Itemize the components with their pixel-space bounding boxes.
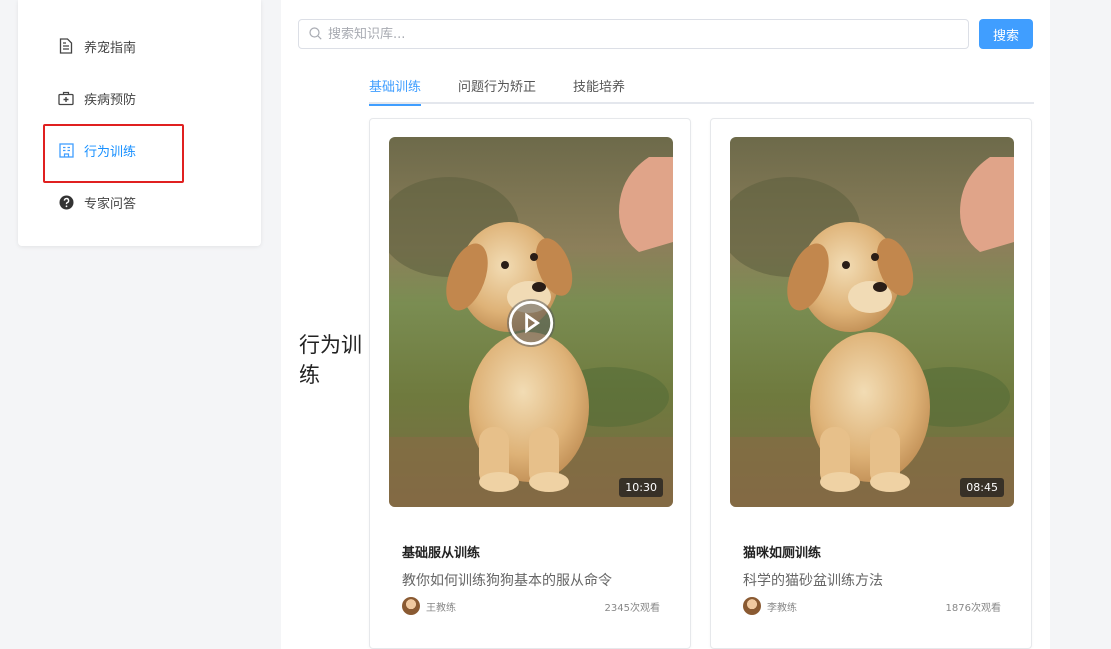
- video-meta: 王教练 2345次观看: [402, 597, 660, 615]
- question-circle-icon: [58, 194, 74, 210]
- tab-problem-behavior[interactable]: 问题行为矫正: [458, 76, 536, 104]
- tab-bar: 基础训练 问题行为矫正 技能培养: [369, 76, 1034, 106]
- sidebar: 养宠指南 疾病预防 行为训练 专家问答: [18, 0, 261, 246]
- section-title: 行为训练: [299, 333, 362, 387]
- sidebar-item-behavior-training[interactable]: 行为训练: [58, 138, 136, 162]
- author-name: 王教练: [426, 602, 456, 614]
- video-description: 科学的猫砂盆训练方法: [743, 573, 883, 589]
- sidebar-item-label: 疾病预防: [84, 92, 137, 108]
- play-button[interactable]: [507, 299, 555, 347]
- avatar: [402, 597, 420, 615]
- sidebar-item-pet-guide[interactable]: 养宠指南: [58, 34, 136, 58]
- view-count: 2345次观看: [604, 602, 660, 614]
- tab-skill-building[interactable]: 技能培养: [573, 76, 625, 104]
- video-thumbnail[interactable]: 08:45: [730, 137, 1014, 507]
- sidebar-item-label: 行为训练: [84, 144, 137, 160]
- avatar: [743, 597, 761, 615]
- main-content: 搜索 基础训练 问题行为矫正 技能培养 行为训练: [281, 0, 1050, 649]
- sidebar-item-expert-qa[interactable]: 专家问答: [58, 190, 136, 214]
- search-input[interactable]: [328, 26, 968, 42]
- building-icon: [58, 142, 74, 158]
- video-duration: 10:30: [619, 478, 663, 497]
- medical-kit-icon: [58, 90, 74, 106]
- video-title[interactable]: 猫咪如厕训练: [743, 542, 821, 561]
- video-card[interactable]: 08:45 猫咪如厕训练 科学的猫砂盆训练方法 李教练 1876次观看: [710, 118, 1032, 649]
- video-thumbnail[interactable]: 10:30: [389, 137, 673, 507]
- sidebar-item-disease-prevention[interactable]: 疾病预防: [58, 86, 136, 110]
- author-name: 李教练: [767, 602, 797, 614]
- search-icon: [309, 25, 322, 44]
- view-count: 1876次观看: [945, 602, 1001, 614]
- video-description: 教你如何训练狗狗基本的服从命令: [402, 573, 612, 589]
- video-meta: 李教练 1876次观看: [743, 597, 1001, 615]
- video-card[interactable]: 10:30 基础服从训练 教你如何训练狗狗基本的服从命令 王教练 2345次观看: [369, 118, 691, 649]
- document-icon: [58, 38, 74, 54]
- search-box[interactable]: [298, 19, 969, 49]
- sidebar-item-label: 专家问答: [84, 196, 137, 212]
- video-title[interactable]: 基础服从训练: [402, 542, 480, 561]
- play-icon: [508, 300, 554, 346]
- tab-basic-training[interactable]: 基础训练: [369, 76, 422, 106]
- video-duration: 08:45: [960, 478, 1004, 497]
- puppy-image: [730, 137, 1014, 507]
- search-button[interactable]: 搜索: [979, 19, 1033, 49]
- sidebar-item-label: 养宠指南: [84, 40, 137, 56]
